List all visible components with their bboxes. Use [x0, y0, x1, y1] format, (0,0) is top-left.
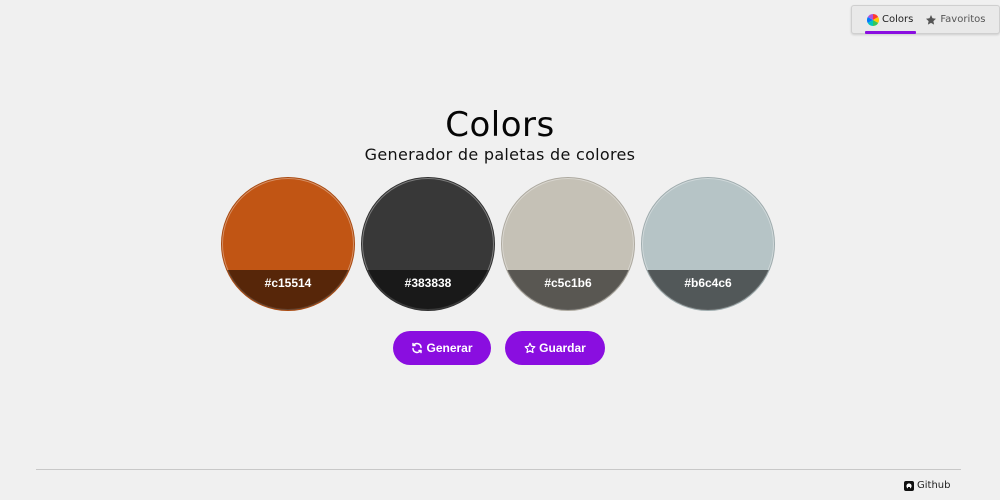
- color-swatch-3[interactable]: #c5c1b6: [501, 177, 635, 311]
- swatch-hex-label: #c15514: [264, 276, 312, 290]
- footer-divider: [36, 469, 961, 470]
- palette-actions: Generar Guardar: [393, 331, 605, 365]
- swatch-hex-label: #383838: [404, 276, 452, 290]
- color-swatch-4[interactable]: #b6c4c6: [641, 177, 775, 311]
- page-title: Colors: [445, 105, 555, 145]
- nav-item-favoritos[interactable]: Favoritos: [925, 6, 985, 33]
- github-icon: [904, 480, 914, 491]
- color-swatch-2[interactable]: #383838: [361, 177, 495, 311]
- star-outline-icon: [524, 342, 536, 354]
- github-link[interactable]: Github: [904, 480, 950, 491]
- color-wheel-icon: [867, 13, 879, 26]
- top-nav: Colors Favoritos: [851, 5, 1000, 34]
- save-button[interactable]: Guardar: [505, 331, 605, 365]
- generate-button[interactable]: Generar: [393, 331, 491, 365]
- nav-label-colors: Colors: [882, 14, 914, 25]
- page-subtitle: Generador de paletas de colores: [364, 145, 636, 164]
- save-button-label: Guardar: [539, 341, 586, 355]
- color-swatch-1[interactable]: #c15514: [221, 177, 355, 311]
- generate-button-label: Generar: [426, 341, 473, 355]
- color-palette: #c15514 #383838 #c5c1b6 #b6c4c6: [221, 177, 775, 311]
- github-link-label: Github: [917, 480, 951, 491]
- swatch-hex-label: #b6c4c6: [684, 276, 732, 290]
- star-icon: [925, 14, 937, 26]
- swatch-hex-label: #c5c1b6: [544, 276, 592, 290]
- nav-label-favoritos: Favoritos: [940, 14, 986, 25]
- refresh-icon: [411, 342, 423, 354]
- nav-item-colors[interactable]: Colors: [864, 6, 917, 34]
- app-page: Colors Favoritos Colors Generador de pal…: [0, 0, 1000, 500]
